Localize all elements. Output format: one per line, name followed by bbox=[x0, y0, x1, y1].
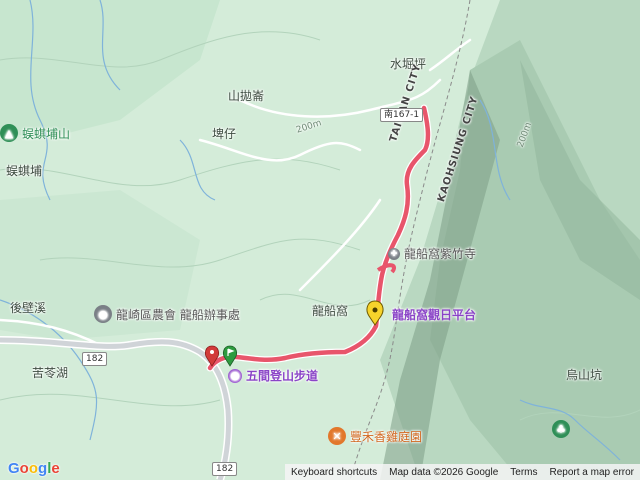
terms-link[interactable]: Terms bbox=[510, 467, 537, 478]
poi-park[interactable]: ♣ bbox=[552, 420, 570, 438]
poi-label: 龍船窩觀日平台 bbox=[392, 308, 477, 322]
hiking-icon: ● bbox=[228, 368, 242, 383]
place-label-pizai: 埤仔 bbox=[212, 127, 237, 141]
poi-zizhu-temple[interactable]: ✚ 龍船窩紫竹寺 bbox=[388, 245, 476, 262]
place-label-wuqibu: 蜈蜞埔 bbox=[6, 164, 43, 178]
place-label-longchuanwo: 龍船窩 bbox=[312, 304, 349, 318]
place-label-houbixi: 後壁溪 bbox=[10, 301, 47, 315]
place-label-wushankeng: 烏山坑 bbox=[566, 368, 603, 382]
mountain-icon: ▲ bbox=[0, 124, 18, 142]
google-logo: Google bbox=[8, 460, 60, 477]
road-shield-nan167: 南167-1 bbox=[380, 108, 424, 122]
poi-label: 蜈蜞埔山 bbox=[22, 126, 71, 141]
poi-sunrise-platform[interactable]: 龍船窩觀日平台 bbox=[392, 306, 476, 323]
road-shield-182: 182 bbox=[212, 462, 238, 476]
poi-wujian-trail[interactable]: ● 五間登山步道 bbox=[228, 367, 318, 384]
place-label-kulinhu: 苦苓湖 bbox=[32, 366, 69, 380]
temple-icon: ✚ bbox=[388, 247, 400, 260]
building-icon: ● bbox=[94, 305, 112, 323]
restaurant-icon: ✕ bbox=[328, 427, 346, 445]
poi-label: 五間登山步道 bbox=[246, 369, 319, 383]
place-label-shanpaohu: 山拋崙 bbox=[228, 89, 265, 103]
poi-label: 龍船窩紫竹寺 bbox=[404, 247, 477, 261]
poi-farmers-association[interactable]: ● 龍崎區農會 龍船辦事處 bbox=[94, 305, 240, 323]
road-shield-182: 182 bbox=[82, 352, 108, 366]
park-icon: ♣ bbox=[552, 420, 570, 438]
map-footer: Keyboard shortcuts Map data ©2026 Google… bbox=[284, 464, 640, 480]
report-error-link[interactable]: Report a map error bbox=[550, 467, 634, 478]
map-canvas[interactable] bbox=[0, 0, 640, 480]
poi-label: 龍崎區農會 龍船辦事處 bbox=[116, 307, 240, 322]
map-data-text: Map data ©2026 Google bbox=[389, 466, 499, 478]
poi-label: 豐禾香雞庭園 bbox=[350, 429, 423, 444]
keyboard-shortcuts-link[interactable]: Keyboard shortcuts bbox=[291, 467, 377, 478]
poi-fenghe-restaurant[interactable]: ✕ 豐禾香雞庭園 bbox=[328, 427, 422, 445]
poi-wuqibushan[interactable]: ▲ 蜈蜞埔山 bbox=[0, 124, 70, 142]
